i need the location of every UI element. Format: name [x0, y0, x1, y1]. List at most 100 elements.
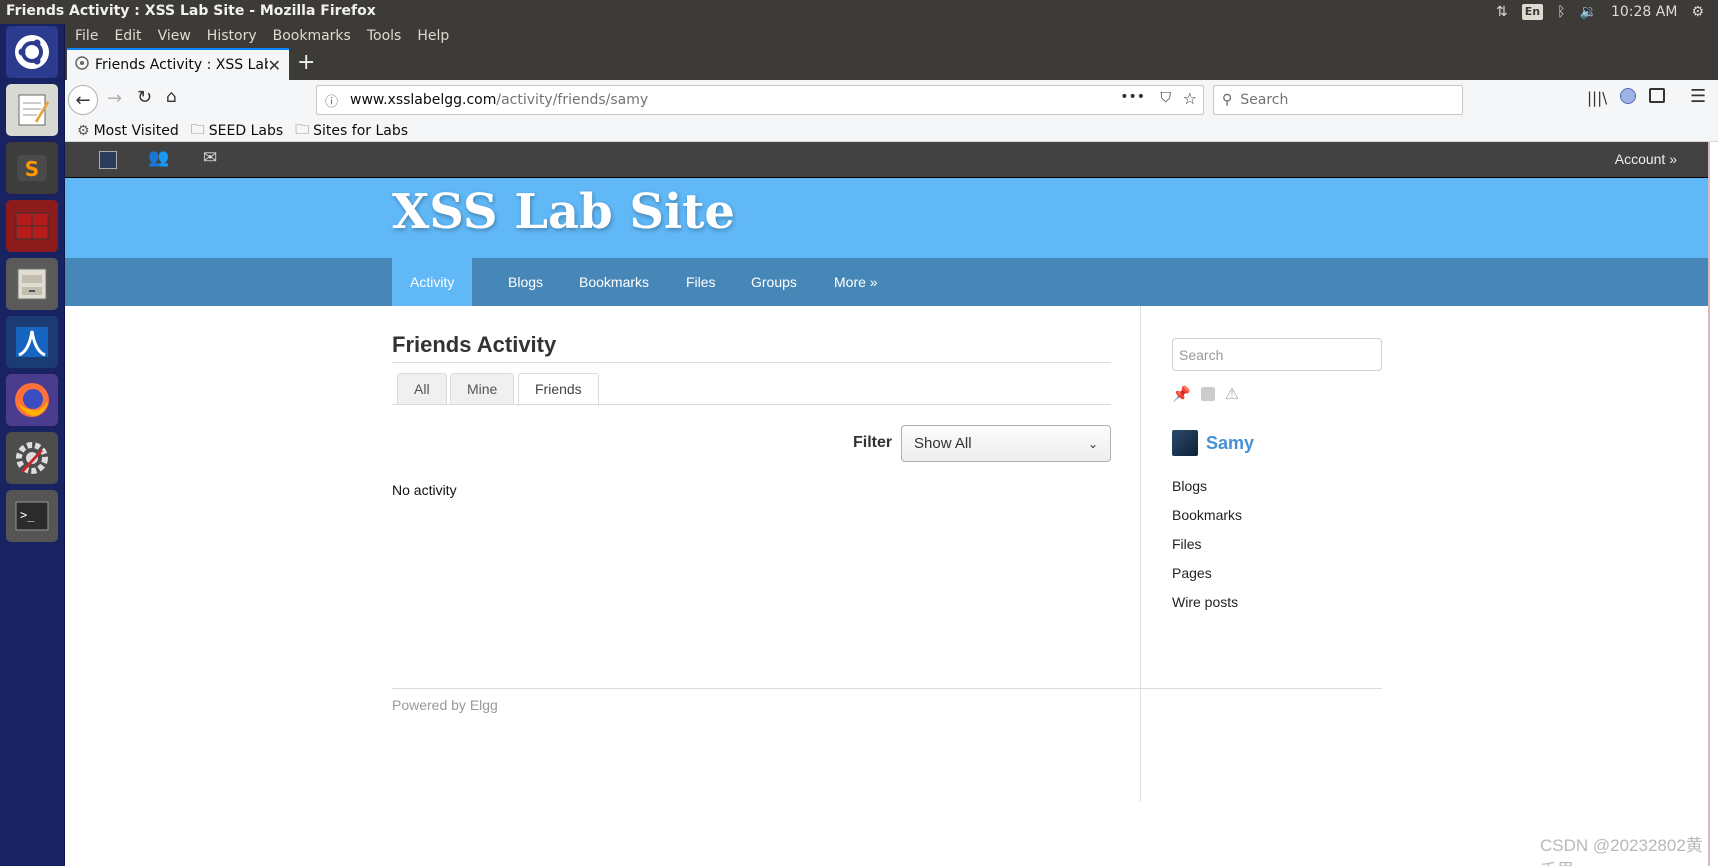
tabs-divider	[392, 404, 1111, 405]
filter-label: Filter	[853, 434, 893, 451]
url-path: /activity/friends/samy	[496, 92, 649, 108]
tab-all[interactable]: All	[397, 373, 447, 405]
library-icon[interactable]: |||\	[1587, 89, 1607, 107]
launcher: S >_	[0, 24, 65, 866]
menu-view[interactable]: View	[158, 28, 191, 44]
tab-mine[interactable]: Mine	[450, 373, 515, 405]
page-actions-icon[interactable]: •••	[1120, 89, 1145, 105]
text-editor-icon[interactable]	[6, 84, 58, 136]
keyboard-language-indicator[interactable]: En	[1521, 4, 1544, 20]
bookmark-most-visited[interactable]: ⚙ Most Visited	[77, 123, 179, 139]
pocket-icon[interactable]: ⛉	[1161, 90, 1172, 106]
menu-files[interactable]: Files	[668, 258, 734, 306]
menu-bookmarks[interactable]: Bookmarks	[561, 258, 667, 306]
tab-favicon-icon	[75, 56, 89, 74]
file-cabinet-icon[interactable]	[6, 258, 58, 310]
new-tab-icon[interactable]: +	[297, 50, 315, 75]
sidebar-toggle-icon[interactable]	[1649, 88, 1665, 103]
terminal-icon[interactable]: >_	[6, 490, 58, 542]
system-gear-icon[interactable]: ⚙	[1691, 4, 1704, 20]
warning-icon[interactable]: ⚠	[1225, 384, 1239, 404]
owner-name[interactable]: Samy	[1206, 433, 1254, 454]
site-menu: Activity Blogs Bookmarks Files Groups Mo…	[65, 258, 1708, 306]
avatar[interactable]	[1172, 430, 1198, 456]
clock[interactable]: 10:28 AM	[1611, 4, 1677, 20]
volume-icon[interactable]: 🔉	[1580, 4, 1597, 20]
menu-edit[interactable]: Edit	[114, 28, 141, 44]
menu-bar: File Edit View History Bookmarks Tools H…	[65, 24, 1718, 48]
folder-icon: 🗀	[295, 121, 310, 138]
elgg-logo-icon[interactable]	[99, 151, 117, 169]
sidebar-search-input[interactable]: Search	[1172, 338, 1382, 371]
network-icon[interactable]: ⇅	[1496, 4, 1508, 20]
elgg-topbar: 👥 ✉ Account »	[65, 142, 1708, 178]
web-page: 👥 ✉ Account » XSS Lab Site Activity Blog…	[65, 142, 1718, 866]
folder-icon: 🗀	[190, 121, 205, 138]
sidebar-divider	[1140, 306, 1141, 802]
back-button[interactable]: ←	[68, 85, 98, 115]
filter-select[interactable]: Show All ⌄	[901, 425, 1111, 462]
bookmarks-toolbar: ⚙ Most Visited 🗀 SEED Labs 🗀 Sites for Labs	[65, 120, 1718, 142]
menu-blogs[interactable]: Blogs	[490, 258, 561, 306]
menu-tools[interactable]: Tools	[367, 28, 402, 44]
menu-more[interactable]: More »	[816, 258, 896, 306]
firefox-icon[interactable]	[6, 374, 58, 426]
sidebar-search-placeholder: Search	[1179, 346, 1224, 363]
rss-icon[interactable]	[1200, 387, 1215, 401]
sidebar-icons: 📌 ⚠	[1172, 384, 1239, 404]
owner-links: Blogs Bookmarks Files Pages Wire posts	[1172, 478, 1242, 623]
terminal-red-icon[interactable]	[6, 200, 58, 252]
url-bar[interactable]: ⓘ www.xsslabelgg.com/activity/friends/sa…	[316, 85, 1204, 115]
bookmark-star-icon[interactable]: ☆	[1183, 89, 1197, 108]
settings-icon[interactable]	[6, 432, 58, 484]
pin-icon[interactable]: 📌	[1172, 385, 1191, 403]
reload-button[interactable]: ↻	[137, 87, 152, 108]
owner-link-blogs[interactable]: Blogs	[1172, 478, 1242, 507]
site-name[interactable]: XSS Lab Site	[392, 184, 735, 240]
tab-friends-activity[interactable]: Friends Activity : XSS Lab ✕	[67, 48, 289, 80]
site-header: XSS Lab Site	[65, 178, 1708, 258]
wireshark-icon[interactable]	[6, 316, 58, 368]
home-button[interactable]: ⌂	[166, 87, 177, 107]
hamburger-menu-icon[interactable]: ☰	[1690, 86, 1706, 107]
tab-title: Friends Activity : XSS Lab	[95, 57, 268, 73]
owner-link-wire-posts[interactable]: Wire posts	[1172, 594, 1242, 623]
menu-history[interactable]: History	[207, 28, 257, 44]
extension-icon[interactable]	[1620, 88, 1636, 104]
svg-text:S: S	[25, 157, 39, 181]
window-title: Friends Activity : XSS Lab Site - Mozill…	[6, 3, 376, 19]
scrollbar-edge	[1708, 142, 1718, 866]
close-tab-icon[interactable]: ✕	[268, 56, 281, 75]
bookmark-sites-for-labs[interactable]: 🗀 Sites for Labs	[295, 119, 408, 143]
chevron-down-icon: ⌄	[1087, 436, 1098, 451]
menu-help[interactable]: Help	[417, 28, 449, 44]
owner-link-bookmarks[interactable]: Bookmarks	[1172, 507, 1242, 536]
forward-button[interactable]: →	[107, 88, 122, 109]
gear-icon: ⚙	[77, 122, 90, 139]
sublime-icon[interactable]: S	[6, 142, 58, 194]
search-bar[interactable]: ⚲ Search	[1213, 85, 1463, 115]
owner-block[interactable]: Samy	[1172, 430, 1254, 456]
menu-file[interactable]: File	[75, 28, 98, 44]
navigation-bar: ← → ↻ ⌂ ⓘ www.xsslabelgg.com/activity/fr…	[65, 80, 1718, 120]
bookmark-seed-labs[interactable]: 🗀 SEED Labs	[191, 119, 283, 143]
site-info-icon[interactable]: ⓘ	[325, 91, 338, 110]
owner-link-files[interactable]: Files	[1172, 536, 1242, 565]
dash-icon[interactable]	[6, 26, 58, 78]
bluetooth-icon[interactable]: ᛒ	[1557, 4, 1565, 20]
menu-activity[interactable]: Activity	[392, 258, 473, 306]
friends-icon[interactable]: 👥	[148, 148, 169, 168]
footer-credit[interactable]: Powered by Elgg	[392, 697, 498, 713]
menu-groups[interactable]: Groups	[733, 258, 815, 306]
messages-icon[interactable]: ✉	[203, 148, 217, 168]
owner-link-pages[interactable]: Pages	[1172, 565, 1242, 594]
tab-strip: Friends Activity : XSS Lab ✕ +	[65, 48, 1718, 80]
menu-bookmarks[interactable]: Bookmarks	[273, 28, 351, 44]
url-domain: www.xsslabelgg.com	[350, 92, 497, 108]
tab-friends[interactable]: Friends	[518, 373, 599, 406]
title-divider	[392, 362, 1111, 363]
account-menu[interactable]: Account »	[1615, 151, 1677, 167]
system-top-bar: Friends Activity : XSS Lab Site - Mozill…	[0, 0, 1718, 24]
search-icon: ⚲	[1222, 92, 1233, 108]
empty-message: No activity	[392, 482, 457, 498]
